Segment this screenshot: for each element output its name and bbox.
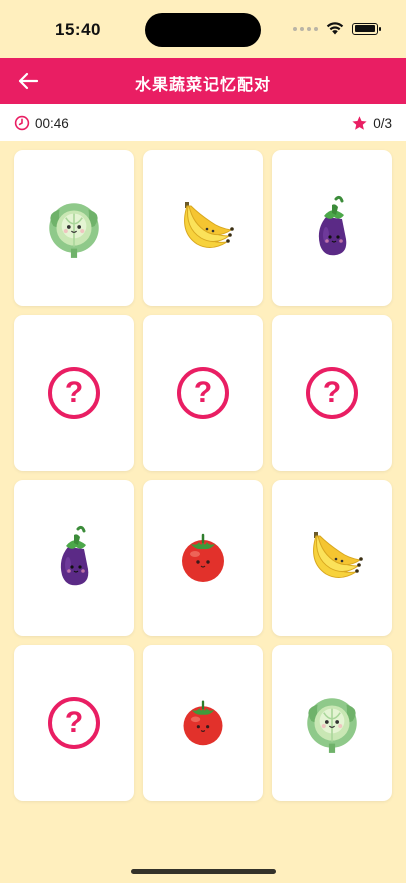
signal-dots-icon: [293, 26, 318, 31]
timer-text: 00:46: [35, 115, 69, 131]
star-icon: [352, 116, 367, 130]
banana-icon: [313, 532, 363, 578]
status-icons: [293, 22, 381, 35]
question-mark-icon: ?: [177, 367, 229, 419]
info-bar: 00:46 0/3: [0, 104, 406, 141]
timer: 00:46: [14, 115, 69, 131]
banana-icon: [184, 202, 234, 248]
tomato-icon: [183, 700, 223, 746]
cabbage-icon: [49, 203, 99, 258]
home-indicator: [131, 869, 276, 874]
clock-icon: [14, 115, 30, 131]
card-hidden[interactable]: ?: [14, 645, 134, 801]
card-hidden[interactable]: ?: [143, 315, 263, 471]
question-mark-icon: ?: [306, 367, 358, 419]
question-mark-icon: ?: [48, 367, 100, 419]
card-cabbage[interactable]: [14, 150, 134, 306]
tomato-icon: [182, 533, 224, 582]
card-grid: ? ? ? ?: [14, 150, 392, 801]
cabbage-icon: [307, 698, 357, 753]
card-tomato[interactable]: [143, 645, 263, 801]
card-cabbage[interactable]: [272, 645, 392, 801]
status-time: 15:40: [55, 20, 101, 39]
card-banana[interactable]: [272, 480, 392, 636]
card-eggplant[interactable]: [272, 150, 392, 306]
card-hidden[interactable]: ?: [14, 315, 134, 471]
dynamic-island: [145, 13, 261, 47]
eggplant-icon: [318, 195, 347, 256]
battery-icon: [352, 22, 381, 35]
score-text: 0/3: [373, 116, 392, 131]
card-tomato[interactable]: [143, 480, 263, 636]
wifi-icon: [326, 22, 344, 35]
card-eggplant[interactable]: [14, 480, 134, 636]
eggplant-icon: [60, 525, 89, 586]
question-mark-icon: ?: [48, 697, 100, 749]
page-title: 水果蔬菜记忆配对: [134, 77, 271, 94]
app-header: 水果蔬菜记忆配对: [0, 58, 406, 104]
card-hidden[interactable]: ?: [272, 315, 392, 471]
score: 0/3: [351, 115, 392, 132]
card-banana[interactable]: [143, 150, 263, 306]
status-bar: 15:40: [0, 0, 406, 58]
